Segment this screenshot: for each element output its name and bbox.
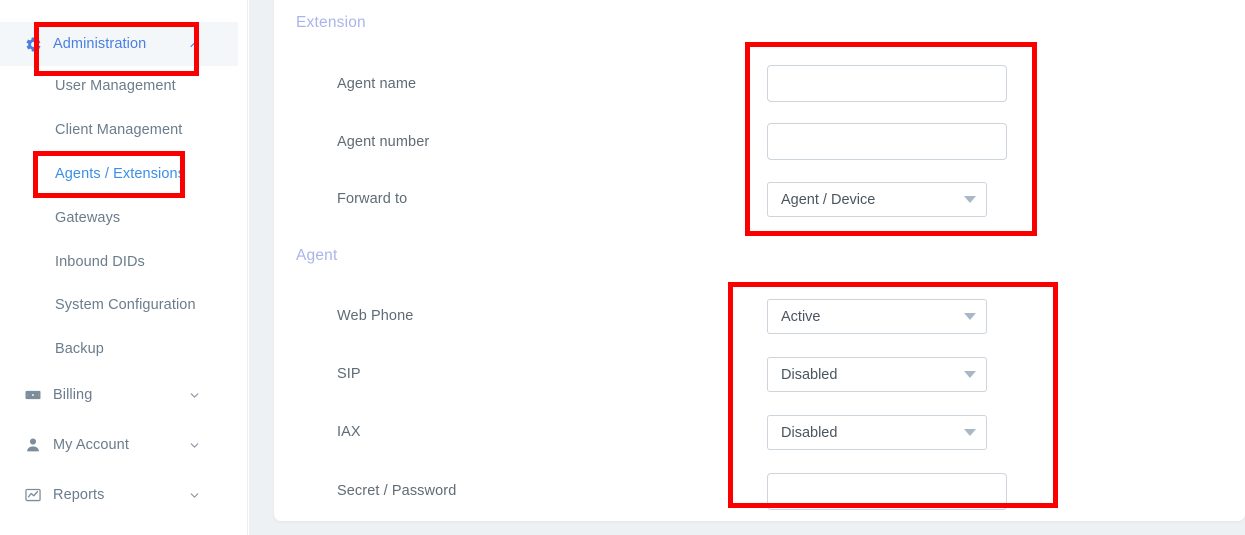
forward-to-value: Agent / Device bbox=[781, 191, 876, 208]
chevron-down-icon bbox=[964, 371, 976, 378]
iax-value: Disabled bbox=[781, 424, 838, 441]
label-agent-name: Agent name bbox=[337, 76, 417, 92]
sidebar-item-administration[interactable]: Administration bbox=[0, 22, 238, 66]
banknote-icon bbox=[22, 384, 44, 406]
sidebar-item-label: Billing bbox=[53, 387, 93, 403]
sidebar-item-label: Administration bbox=[53, 36, 147, 52]
agent-name-input[interactable] bbox=[767, 65, 1007, 102]
label-web-phone: Web Phone bbox=[337, 308, 414, 324]
gear-icon bbox=[22, 33, 44, 55]
web-phone-select[interactable]: Active bbox=[767, 299, 987, 334]
sidebar-item-label: System Configuration bbox=[55, 297, 196, 313]
sidebar-item-label: My Account bbox=[53, 437, 129, 453]
secret-password-input[interactable] bbox=[767, 473, 1007, 510]
chevron-down-icon[interactable] bbox=[188, 389, 200, 401]
sip-value: Disabled bbox=[781, 366, 838, 383]
iax-select[interactable]: Disabled bbox=[767, 415, 987, 450]
web-phone-value: Active bbox=[781, 308, 821, 325]
app-root: Administration User Management Client Ma… bbox=[0, 0, 1245, 535]
sidebar-item-label: Backup bbox=[55, 341, 104, 357]
sidebar-item-inbound-dids[interactable]: Inbound DIDs bbox=[0, 240, 238, 284]
sidebar-item-billing[interactable]: Billing bbox=[0, 373, 238, 417]
label-agent-number: Agent number bbox=[337, 134, 430, 150]
section-header-agent: Agent bbox=[296, 247, 338, 264]
sidebar-item-label: Agents / Extensions bbox=[55, 166, 186, 182]
sidebar-item-client-management[interactable]: Client Management bbox=[0, 108, 238, 152]
sidebar-item-my-account[interactable]: My Account bbox=[0, 423, 238, 467]
label-secret-password: Secret / Password bbox=[337, 483, 457, 499]
sidebar-item-reports[interactable]: Reports bbox=[0, 473, 238, 517]
label-sip: SIP bbox=[337, 366, 361, 382]
chevron-down-icon[interactable] bbox=[188, 439, 200, 451]
forward-to-select[interactable]: Agent / Device bbox=[767, 182, 987, 217]
chevron-down-icon[interactable] bbox=[188, 489, 200, 501]
sidebar-item-label: User Management bbox=[55, 78, 176, 94]
settings-form-card: Extension Agent name Agent number Forwar… bbox=[274, 0, 1245, 521]
sidebar-item-system-configuration[interactable]: System Configuration bbox=[0, 283, 238, 327]
sidebar-item-label: Gateways bbox=[55, 210, 121, 226]
chart-line-icon bbox=[22, 484, 44, 506]
sidebar-item-label: Inbound DIDs bbox=[55, 254, 145, 270]
sidebar-item-gateways[interactable]: Gateways bbox=[0, 196, 238, 240]
sidebar-item-agents-extensions[interactable]: Agents / Extensions bbox=[0, 152, 238, 196]
sidebar-item-label: Client Management bbox=[55, 122, 183, 138]
chevron-down-icon bbox=[964, 313, 976, 320]
agent-number-input[interactable] bbox=[767, 123, 1007, 160]
chevron-up-icon[interactable] bbox=[188, 38, 200, 50]
section-header-extension: Extension bbox=[296, 14, 366, 31]
sidebar-item-user-management[interactable]: User Management bbox=[0, 64, 238, 108]
sidebar-item-label: Reports bbox=[53, 487, 105, 503]
label-forward-to: Forward to bbox=[337, 191, 408, 207]
sidebar: Administration User Management Client Ma… bbox=[0, 0, 248, 535]
label-iax: IAX bbox=[337, 424, 361, 440]
chevron-down-icon bbox=[964, 429, 976, 436]
sidebar-item-backup[interactable]: Backup bbox=[0, 327, 238, 371]
chevron-down-icon bbox=[964, 196, 976, 203]
sip-select[interactable]: Disabled bbox=[767, 357, 987, 392]
person-icon bbox=[22, 434, 44, 456]
